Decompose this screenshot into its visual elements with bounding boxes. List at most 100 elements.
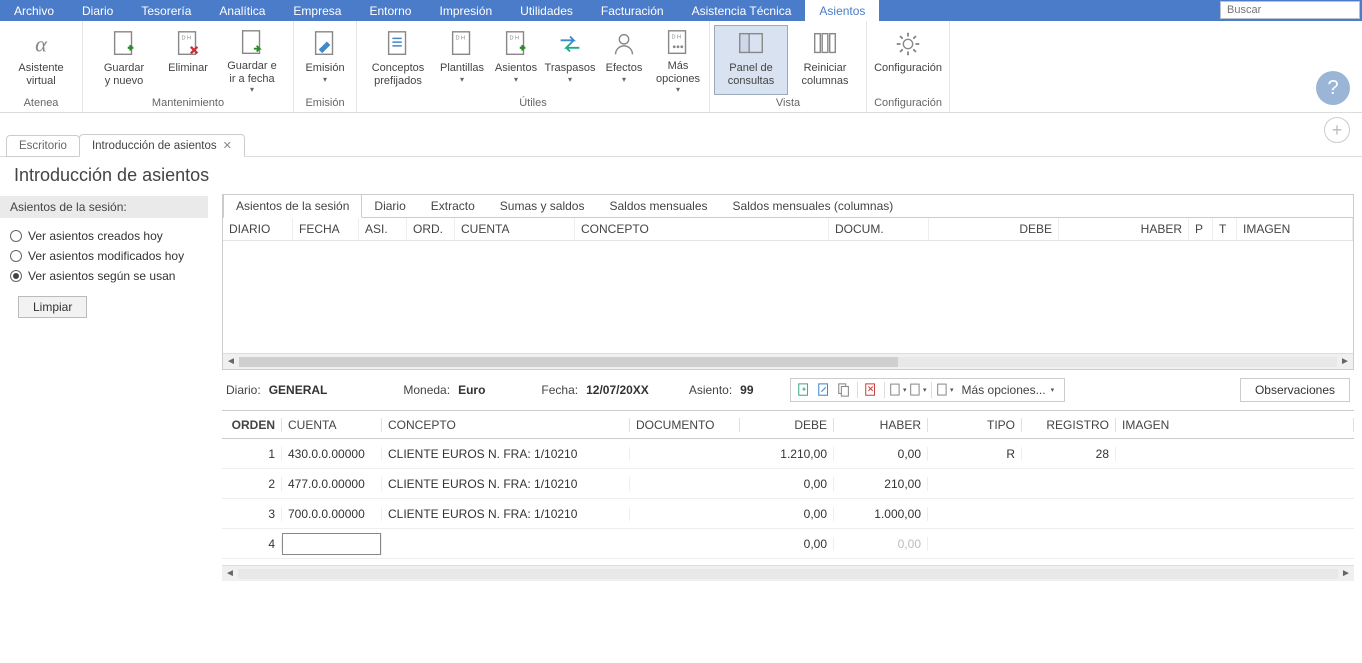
session-col-p[interactable]: P — [1189, 218, 1213, 240]
menu-utilidades[interactable]: Utilidades — [506, 0, 587, 21]
session-col-t[interactable]: T — [1213, 218, 1237, 240]
menu-asistencia-t-cnica[interactable]: Asistencia Técnica — [678, 0, 806, 21]
tool-edit-icon[interactable] — [815, 381, 833, 399]
doc-pencil-icon — [309, 28, 341, 60]
session-filter-radio-0[interactable]: Ver asientos creados hoy — [10, 226, 208, 246]
session-filter-radio-1[interactable]: Ver asientos modificados hoy — [10, 246, 208, 266]
diario-value: GENERAL — [269, 383, 328, 397]
inner-tab-saldos-mensuales[interactable]: Saldos mensuales — [597, 195, 720, 217]
inner-tab-diario[interactable]: Diario — [362, 195, 418, 217]
col-haber: HABER — [834, 418, 928, 432]
session-scrollbar[interactable]: ◄ ► — [223, 353, 1353, 369]
ribbon-guardar-ir-fecha[interactable]: Guardar e ir a fecha ▾ — [215, 25, 289, 95]
ribbon-reiniciar-columnas[interactable]: Reiniciar columnas — [788, 25, 862, 95]
entry-scrollbar[interactable]: ◄ ► — [222, 565, 1354, 581]
scroll-right-icon[interactable]: ► — [1338, 568, 1354, 579]
entry-row[interactable]: 3700.0.0.00000CLIENTE EUROS N. FRA: 1/10… — [222, 499, 1354, 529]
session-col-concepto[interactable]: CONCEPTO — [575, 218, 829, 240]
scroll-thumb[interactable] — [239, 357, 898, 367]
chevron-down-icon: ▾ — [676, 85, 680, 94]
ribbon-traspasos[interactable]: Traspasos ▾ — [543, 25, 597, 95]
session-col-haber[interactable]: HABER — [1059, 218, 1189, 240]
cell-concepto: CLIENTE EUROS N. FRA: 1/10210 — [382, 507, 630, 521]
ribbon-asientos[interactable]: D HAsientos ▾ — [489, 25, 543, 95]
doc-tab-escritorio[interactable]: Escritorio — [6, 135, 80, 157]
inner-tab-saldos-mensuales-columnas-[interactable]: Saldos mensuales (columnas) — [721, 195, 907, 217]
menu-tesorer-a[interactable]: Tesorería — [127, 0, 205, 21]
menu-diario[interactable]: Diario — [68, 0, 127, 21]
search-input[interactable] — [1220, 1, 1360, 19]
chevron-down-icon: ▾ — [622, 75, 626, 84]
tool-copy-icon[interactable] — [835, 381, 853, 399]
ribbon-guardar-nuevo[interactable]: Guardar y nuevo — [87, 25, 161, 95]
inner-tab-asientos-de-la-sesi-n[interactable]: Asientos de la sesión — [223, 194, 362, 218]
session-col-fecha[interactable]: FECHA — [293, 218, 359, 240]
ribbon-label: Eliminar — [168, 62, 208, 75]
asiento-value: 99 — [740, 383, 753, 397]
radio-label: Ver asientos creados hoy — [28, 229, 163, 243]
ribbon-eliminar[interactable]: D HEliminar — [161, 25, 215, 95]
observaciones-button[interactable]: Observaciones — [1240, 378, 1350, 402]
help-icon[interactable]: ? — [1316, 71, 1350, 105]
session-col-diario[interactable]: DIARIO — [223, 218, 293, 240]
clear-button[interactable]: Limpiar — [18, 296, 87, 318]
menu-facturaci-n[interactable]: Facturación — [587, 0, 678, 21]
cell-debe: 0,00 — [740, 507, 834, 521]
session-col-debe[interactable]: DEBE — [929, 218, 1059, 240]
session-col-imagen[interactable]: IMAGEN — [1237, 218, 1353, 240]
session-col-asi-[interactable]: ASI. — [359, 218, 407, 240]
inner-tab-sumas-y-saldos[interactable]: Sumas y saldos — [488, 195, 598, 217]
scroll-track[interactable] — [238, 569, 1338, 579]
ribbon-group-label: Atenea — [4, 95, 78, 113]
close-icon[interactable]: ✕ — [223, 139, 232, 152]
ribbon-group-vista: Panel de consultasReiniciar columnasVist… — [710, 21, 867, 112]
more-options-dropdown[interactable]: Más opciones... ▾ — [956, 383, 1061, 397]
tool-b-icon[interactable]: ▾ — [909, 381, 927, 399]
ribbon-asistente-virtual[interactable]: αAsistente virtual — [4, 25, 78, 95]
ribbon-conceptos-prefijados[interactable]: Conceptos prefijados — [361, 25, 435, 95]
cell-debe: 0,00 — [740, 477, 834, 491]
cell-tipo: R — [928, 447, 1022, 461]
tool-c-icon[interactable]: ▾ — [936, 381, 954, 399]
ribbon-efectos[interactable]: Efectos ▾ — [597, 25, 651, 95]
moneda-label: Moneda: — [403, 383, 450, 397]
ribbon-panel-consultas[interactable]: Panel de consultas — [714, 25, 788, 95]
ribbon-emision[interactable]: Emisión ▾ — [298, 25, 352, 95]
add-tab-icon[interactable]: + — [1324, 117, 1350, 143]
menu-empresa[interactable]: Empresa — [279, 0, 355, 21]
ribbon-group-label: Configuración — [871, 95, 945, 113]
menu-asientos[interactable]: Asientos — [805, 0, 879, 21]
entry-row[interactable]: 2477.0.0.00000CLIENTE EUROS N. FRA: 1/10… — [222, 469, 1354, 499]
doc-tab-introducci-n-de-asientos[interactable]: Introducción de asientos✕ — [79, 134, 245, 157]
ribbon-plantillas[interactable]: D HPlantillas ▾ — [435, 25, 489, 95]
session-filter-radio-2[interactable]: Ver asientos según se usan — [10, 266, 208, 286]
session-col-cuenta[interactable]: CUENTA — [455, 218, 575, 240]
menu-impresi-n[interactable]: Impresión — [425, 0, 506, 21]
cell-cuenta: 430.0.0.00000 — [282, 447, 382, 461]
ribbon-group-atenea: αAsistente virtualAtenea — [0, 21, 83, 112]
chevron-down-icon: ▾ — [323, 75, 327, 84]
session-col-docum-[interactable]: DOCUM. — [829, 218, 929, 240]
menu-entorno[interactable]: Entorno — [355, 0, 425, 21]
ribbon-mas-opciones[interactable]: D HMás opciones ▾ — [651, 25, 705, 95]
scroll-right-icon[interactable]: ► — [1337, 356, 1353, 367]
cuenta-input[interactable] — [282, 533, 381, 555]
tool-delete-icon[interactable] — [862, 381, 880, 399]
menu-anal-tica[interactable]: Analítica — [205, 0, 279, 21]
ribbon-label: Configuración — [874, 62, 942, 75]
scroll-left-icon[interactable]: ◄ — [223, 356, 239, 367]
col-debe: DEBE — [740, 418, 834, 432]
scroll-track[interactable] — [239, 357, 1337, 367]
entry-row[interactable]: 40,000,00 — [222, 529, 1354, 559]
scroll-left-icon[interactable]: ◄ — [222, 568, 238, 579]
cell-debe: 1.210,00 — [740, 447, 834, 461]
tool-a-icon[interactable]: ▾ — [889, 381, 907, 399]
inner-tab-extracto[interactable]: Extracto — [419, 195, 488, 217]
tool-new-icon[interactable] — [795, 381, 813, 399]
entry-row[interactable]: 1430.0.0.00000CLIENTE EUROS N. FRA: 1/10… — [222, 439, 1354, 469]
ribbon-label: Asientos — [495, 62, 537, 75]
session-col-ord-[interactable]: ORD. — [407, 218, 455, 240]
menu-archivo[interactable]: Archivo — [0, 0, 68, 21]
ribbon-configuracion[interactable]: Configuración — [871, 25, 945, 95]
doc-dots-icon: D H — [662, 28, 694, 58]
